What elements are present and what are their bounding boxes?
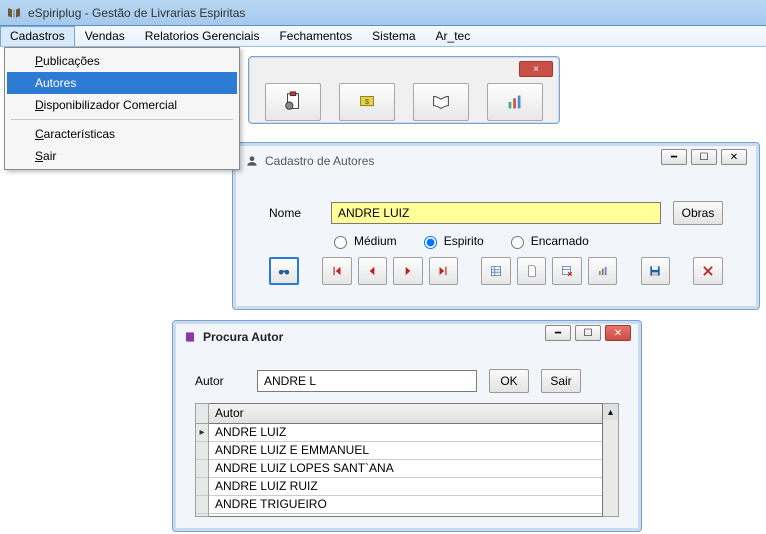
author-window: Cadastro de Autores ━ ☐ ✕ Nome Obras Méd… (232, 142, 760, 310)
autor-input[interactable] (257, 370, 477, 392)
results-table: Autor ANDRE LUIZ ANDRE LUIZ E EMMANUEL A… (195, 403, 619, 517)
author-max-button[interactable]: ☐ (691, 149, 717, 165)
prev-icon (365, 264, 379, 278)
table-row[interactable]: ANDRE TRIGUEIRO (209, 496, 602, 514)
table-row[interactable]: ANDRE LUIZ (209, 424, 602, 442)
toolbar-window: × $ (248, 56, 560, 124)
app-titlebar: eSpiriplug - Gestão de Livrarias Espirit… (0, 0, 766, 26)
nav-prev-button[interactable] (358, 257, 387, 285)
search-window-title: Procura Autor (203, 330, 283, 344)
app-title: eSpiriplug - Gestão de Livrarias Espirit… (28, 6, 245, 20)
window-icon (245, 154, 259, 168)
nav-last-button[interactable] (429, 257, 458, 285)
delete-button[interactable] (693, 257, 722, 285)
table-gutter (195, 403, 209, 517)
table-row[interactable]: ANDRE LUIZ RUIZ (209, 478, 602, 496)
menu-artec[interactable]: Ar_tec (426, 26, 481, 46)
menu-item-disponibilizador[interactable]: Disponibilizador Comercial (7, 94, 237, 116)
radio-encarnado[interactable]: Encarnado (506, 233, 589, 249)
save-icon (648, 264, 662, 278)
radio-espirito[interactable]: Espirito (419, 233, 484, 249)
search-close-button[interactable]: ✕ (605, 325, 631, 341)
author-min-button[interactable]: ━ (661, 149, 687, 165)
sair-button[interactable]: Sair (541, 369, 581, 393)
grid-delete-icon (560, 264, 574, 278)
search-max-button[interactable]: ☐ (575, 325, 601, 341)
toolbar-btn-4[interactable] (487, 83, 543, 121)
search-window: Procura Autor ━ ☐ ✕ Autor OK Sair Autor … (172, 320, 642, 532)
radio-medium[interactable]: Médium (329, 233, 397, 249)
new-button[interactable] (517, 257, 546, 285)
search-min-button[interactable]: ━ (545, 325, 571, 341)
grid-button[interactable] (481, 257, 510, 285)
book-icon (430, 91, 452, 113)
menu-item-sair[interactable]: Sair (7, 145, 237, 167)
obras-button[interactable]: Obras (673, 201, 723, 225)
nome-label: Nome (269, 206, 319, 220)
binoculars-icon (277, 264, 291, 278)
autor-label: Autor (195, 374, 245, 388)
table-header-autor[interactable]: Autor (209, 404, 602, 424)
document-icon (525, 264, 539, 278)
svg-text:$: $ (365, 97, 369, 106)
menu-item-publicacoes[interactable]: Publicações (7, 50, 237, 72)
menu-vendas[interactable]: Vendas (75, 26, 135, 46)
chart-icon (504, 91, 526, 113)
nav-first-button[interactable] (322, 257, 351, 285)
menubar: Cadastros Vendas Relatorios Gerenciais F… (0, 26, 766, 47)
search-button[interactable] (269, 257, 299, 285)
toolbar-close-button[interactable]: × (519, 61, 553, 77)
author-window-title: Cadastro de Autores (265, 154, 374, 168)
nome-input[interactable] (331, 202, 661, 224)
menu-separator (11, 119, 233, 120)
first-icon (330, 264, 344, 278)
menu-sistema[interactable]: Sistema (362, 26, 425, 46)
table-row[interactable]: ANDRE LUIZ E EMMANUEL (209, 442, 602, 460)
save-button[interactable] (641, 257, 670, 285)
toolbar-btn-2[interactable]: $ (339, 83, 395, 121)
author-close-button[interactable]: ✕ (721, 149, 747, 165)
app-icon (6, 5, 22, 21)
clipboard-gear-icon (282, 91, 304, 113)
book-purple-icon (183, 330, 197, 344)
cadastros-dropdown: Publicações Autores Disponibilizador Com… (4, 47, 240, 170)
delete-grid-button[interactable] (552, 257, 581, 285)
menu-cadastros[interactable]: Cadastros (0, 26, 75, 46)
chart-icon (596, 264, 610, 278)
grid-icon (489, 264, 503, 278)
last-icon (436, 264, 450, 278)
toolbar-btn-1[interactable] (265, 83, 321, 121)
scroll-up[interactable]: ▴ (603, 404, 618, 420)
menu-relatorios[interactable]: Relatorios Gerenciais (135, 26, 270, 46)
nav-next-button[interactable] (393, 257, 422, 285)
report-button[interactable] (588, 257, 617, 285)
menu-fechamentos[interactable]: Fechamentos (269, 26, 362, 46)
menu-item-caracteristicas[interactable]: Características (7, 123, 237, 145)
ok-button[interactable]: OK (489, 369, 529, 393)
close-icon (701, 264, 715, 278)
table-row[interactable]: ANDRE LUIZ LOPES SANT`ANA (209, 460, 602, 478)
menu-item-autores[interactable]: Autores (7, 72, 237, 94)
row-marker (196, 424, 208, 442)
next-icon (401, 264, 415, 278)
toolbar-btn-3[interactable] (413, 83, 469, 121)
money-icon: $ (356, 91, 378, 113)
table-scrollbar[interactable]: ▴ (603, 403, 619, 517)
